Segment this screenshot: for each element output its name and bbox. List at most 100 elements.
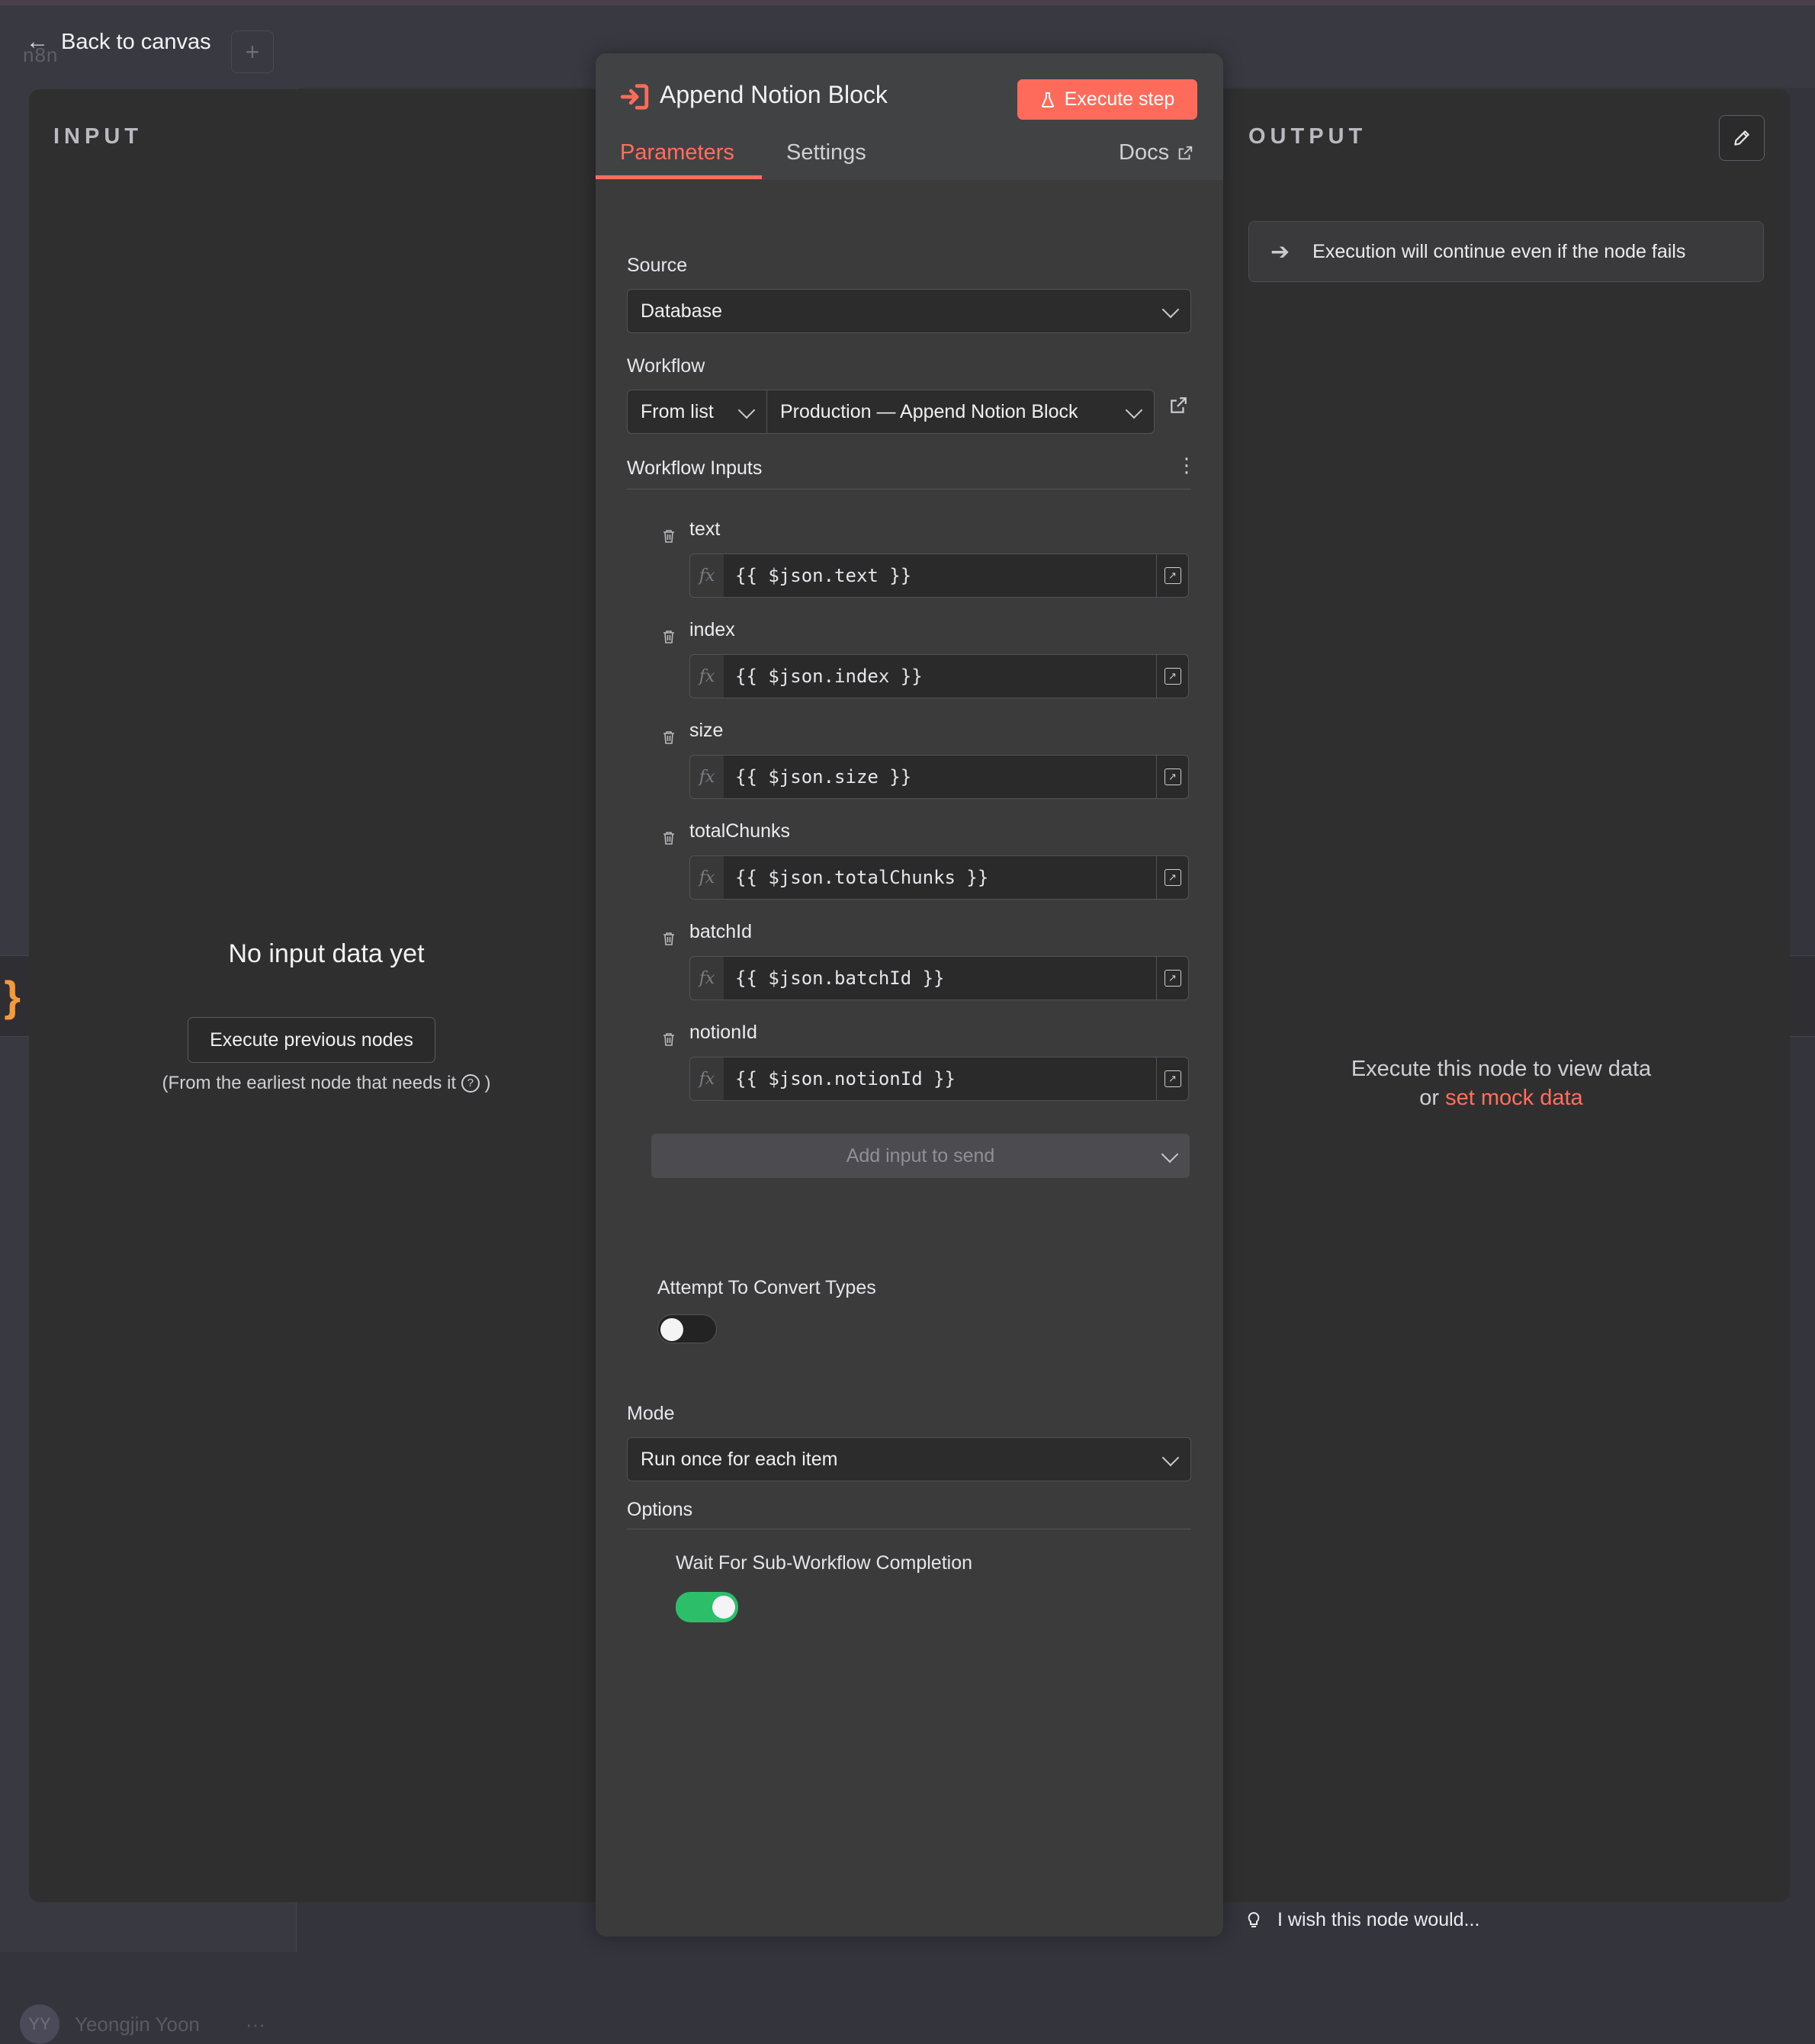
workflow-mode-select[interactable]: From list (627, 390, 767, 434)
expression-input[interactable]: {{ $json.batchId }} (724, 956, 1156, 1000)
fx-icon: fx (689, 755, 724, 799)
workflow-inputs-menu-icon[interactable]: ⋮ (1177, 455, 1197, 475)
arrow-left-icon: ← (26, 29, 49, 54)
edit-output-button[interactable] (1719, 115, 1765, 161)
wait-for-completion-label: Wait For Sub-Workflow Completion (676, 1552, 973, 1574)
set-mock-data-link[interactable]: set mock data (1445, 1086, 1583, 1110)
trash-icon[interactable] (663, 630, 675, 643)
docs-label: Docs (1119, 140, 1170, 165)
user-name: Yeongjin Yoon (75, 2012, 200, 2036)
user-menu[interactable]: YY Yeongjin Yoon ··· (20, 2004, 265, 2044)
node-feedback-link[interactable]: I wish this node would... (1247, 1909, 1479, 1931)
avatar: YY (20, 2004, 59, 2044)
workflow-input-row: batchId fx{{ $json.batchId }} ↗ (596, 898, 1223, 1000)
workflow-input-row: notionId fx{{ $json.notionId }} ↗ (596, 999, 1223, 1101)
execute-hint-text: Execute this node to view data (1351, 1057, 1652, 1081)
back-to-canvas-label: Back to canvas (61, 29, 211, 54)
convert-types-toggle[interactable] (657, 1314, 717, 1343)
expression-input[interactable]: {{ $json.index }} (724, 654, 1156, 698)
open-expression-editor-button[interactable]: ↗ (1156, 1057, 1189, 1101)
expression-input[interactable]: {{ $json.size }} (724, 755, 1156, 799)
active-tab-indicator (596, 175, 762, 179)
lightbulb-icon (1248, 1911, 1260, 1927)
add-tab-button[interactable]: + (231, 30, 274, 73)
workflow-label: Workflow (627, 355, 705, 377)
fx-icon: fx (689, 855, 724, 900)
output-panel: OUTPUT ➔ Execution will continue even if… (1213, 89, 1790, 1902)
trash-icon[interactable] (663, 730, 675, 744)
expand-icon: ↗ (1164, 668, 1181, 685)
input-field-name: text (689, 518, 721, 540)
expression-input[interactable]: {{ $json.totalChunks }} (724, 855, 1156, 900)
workflow-inputs-title: Workflow Inputs (627, 457, 763, 479)
expand-icon: ↗ (1164, 1070, 1181, 1087)
node-title[interactable]: Append Notion Block (660, 81, 888, 109)
mode-value: Run once for each item (641, 1448, 838, 1470)
fx-icon: fx (689, 1057, 724, 1101)
earliest-node-note: (From the earliest node that needs it ? … (29, 1073, 624, 1094)
node-header: Append Notion Block Execute step Paramet… (596, 53, 1223, 180)
open-expression-editor-button[interactable]: ↗ (1156, 654, 1189, 698)
curly-braces-icon: } (4, 972, 21, 1020)
convert-types-label: Attempt To Convert Types (657, 1277, 876, 1298)
more-icon[interactable]: ··· (246, 2013, 265, 2036)
execute-step-button[interactable]: Execute step (1017, 79, 1197, 120)
expression-input[interactable]: {{ $json.text }} (724, 554, 1156, 598)
input-field-name: totalChunks (689, 820, 791, 842)
tab-settings[interactable]: Settings (786, 140, 866, 165)
open-expression-editor-button[interactable]: ↗ (1156, 554, 1189, 598)
flask-icon (1041, 91, 1054, 107)
expand-icon: ↗ (1164, 567, 1181, 584)
trash-icon[interactable] (663, 831, 675, 845)
workflow-mode-value: From list (641, 400, 714, 422)
chevron-down-icon (737, 401, 756, 419)
or-text: or (1419, 1086, 1440, 1110)
tab-parameters[interactable]: Parameters (620, 140, 734, 165)
pencil-icon (1734, 130, 1749, 146)
continue-on-fail-text: Execution will continue even if the node… (1312, 240, 1686, 262)
input-field-name: batchId (689, 921, 753, 942)
output-empty-hint: Execute this node to view data or set mo… (1213, 1054, 1790, 1112)
fx-icon: fx (689, 956, 724, 1000)
toggle-knob (712, 1596, 735, 1619)
open-expression-editor-button[interactable]: ↗ (1156, 855, 1189, 900)
trash-icon[interactable] (663, 529, 675, 543)
external-link-icon (1178, 146, 1193, 159)
input-field-name: index (689, 619, 735, 640)
top-accent-line (0, 0, 1815, 5)
toggle-knob (660, 1318, 683, 1341)
source-select[interactable]: Database (627, 289, 1191, 333)
input-panel-title: INPUT (53, 124, 143, 149)
mode-select[interactable]: Run once for each item (627, 1437, 1191, 1481)
help-icon[interactable]: ? (461, 1074, 480, 1093)
chevron-down-icon (1161, 300, 1180, 319)
open-expression-editor-button[interactable]: ↗ (1156, 755, 1189, 799)
input-panel: INPUT No input data yet Execute previous… (29, 89, 624, 1902)
wait-for-completion-toggle[interactable] (676, 1592, 738, 1622)
arrow-right-icon: ➔ (1270, 239, 1290, 265)
wish-text: I wish this node would... (1277, 1909, 1480, 1930)
trash-icon[interactable] (663, 932, 675, 945)
earliest-node-text: (From the earliest node that needs it (162, 1073, 457, 1093)
open-workflow-icon[interactable] (1168, 396, 1188, 416)
chevron-down-icon (1125, 401, 1143, 419)
workflow-input-row: size fx{{ $json.size }} ↗ (596, 697, 1223, 799)
back-to-canvas-link[interactable]: ← Back to canvas (26, 24, 211, 59)
open-expression-editor-button[interactable]: ↗ (1156, 956, 1189, 1000)
tab-docs[interactable]: Docs (1119, 140, 1193, 165)
source-value: Database (641, 300, 723, 322)
continue-on-fail-banner: ➔ Execution will continue even if the no… (1248, 221, 1764, 282)
execute-previous-nodes-button[interactable]: Execute previous nodes (188, 1017, 435, 1063)
sign-in-arrow-icon (620, 84, 649, 110)
earliest-node-close-paren: ) (484, 1073, 491, 1093)
workflow-input-row: totalChunks fx{{ $json.totalChunks }} ↗ (596, 797, 1223, 900)
node-settings-panel: Append Notion Block Execute step Paramet… (596, 53, 1223, 1937)
workflow-select[interactable]: Production — Append Notion Block (767, 390, 1155, 434)
workflow-value: Production — Append Notion Block (780, 400, 1078, 422)
source-label: Source (627, 255, 688, 276)
no-input-heading: No input data yet (228, 939, 425, 968)
add-input-to-send-select[interactable]: Add input to send (651, 1134, 1190, 1178)
trash-icon[interactable] (663, 1032, 675, 1046)
mode-label: Mode (627, 1403, 675, 1424)
expression-input[interactable]: {{ $json.notionId }} (724, 1057, 1156, 1101)
